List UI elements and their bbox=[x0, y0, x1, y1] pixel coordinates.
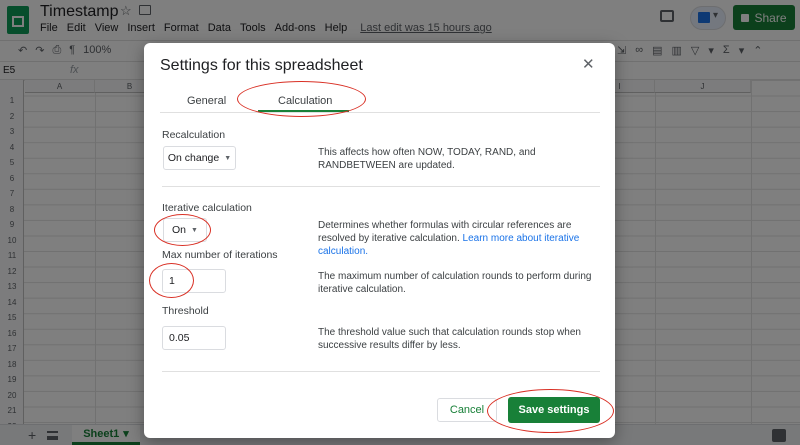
iterative-label: Iterative calculation bbox=[162, 202, 252, 214]
threshold-label: Threshold bbox=[162, 305, 209, 317]
iterative-dropdown[interactable]: On ▼ bbox=[163, 218, 207, 242]
max-iterations-input[interactable]: 1 bbox=[162, 269, 226, 293]
cancel-button[interactable]: Cancel bbox=[437, 398, 497, 422]
recalculation-label: Recalculation bbox=[162, 129, 226, 141]
dialog-tabs: General Calculation bbox=[160, 91, 600, 113]
iterative-value: On bbox=[172, 224, 187, 236]
dialog-title: Settings for this spreadsheet bbox=[160, 57, 363, 74]
save-settings-button[interactable]: Save settings bbox=[508, 397, 600, 423]
threshold-input[interactable]: 0.05 bbox=[162, 326, 226, 350]
recalculation-description: This affects how often NOW, TODAY, RAND,… bbox=[318, 147, 536, 171]
chevron-down-icon: ▼ bbox=[191, 226, 198, 234]
threshold-description: The threshold value such that calculatio… bbox=[318, 327, 581, 351]
tab-general[interactable]: General bbox=[187, 95, 226, 107]
max-iterations-description: The maximum number of calculation rounds… bbox=[318, 271, 592, 295]
max-iterations-label: Max number of iterations bbox=[162, 249, 278, 261]
divider bbox=[162, 186, 600, 187]
recalculation-dropdown[interactable]: On change ▼ bbox=[163, 146, 236, 170]
active-tab-indicator bbox=[258, 110, 349, 112]
iterative-description: Determines whether formulas with circula… bbox=[318, 219, 600, 258]
recalculation-value: On change bbox=[167, 152, 220, 164]
divider bbox=[162, 371, 600, 372]
settings-dialog: Settings for this spreadsheet ✕ General … bbox=[144, 43, 615, 438]
chevron-down-icon: ▼ bbox=[224, 154, 232, 162]
tab-calculation[interactable]: Calculation bbox=[278, 95, 332, 107]
close-icon[interactable]: ✕ bbox=[582, 57, 595, 72]
